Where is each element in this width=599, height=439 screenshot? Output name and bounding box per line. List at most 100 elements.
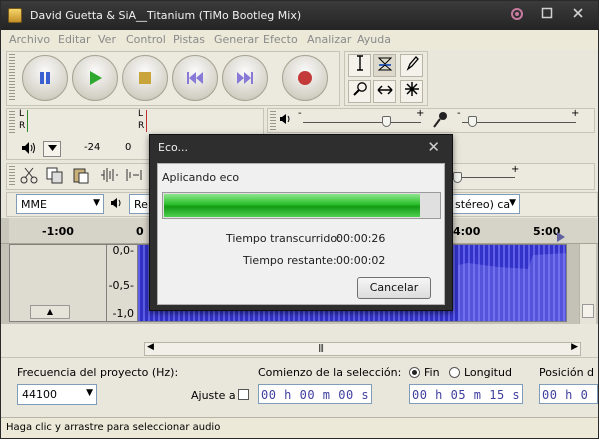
- mixer-grip[interactable]: [270, 111, 276, 130]
- ruler-tick: 0: [136, 225, 144, 238]
- length-radio-label: Longitud: [464, 366, 512, 379]
- stop-button[interactable]: [122, 55, 168, 101]
- project-rate-value: 44100: [22, 388, 57, 401]
- snap-checkbox[interactable]: [238, 389, 249, 400]
- elapsed-label: Tiempo transcurrido:: [226, 232, 341, 245]
- skip-end-button[interactable]: [222, 55, 268, 101]
- speaker-icon[interactable]: [21, 141, 37, 158]
- multi-tool[interactable]: [400, 80, 423, 103]
- timeshift-tool[interactable]: [373, 80, 396, 103]
- input-max-label: +: [571, 108, 580, 119]
- axis-label: -1,0: [112, 307, 134, 320]
- draw-tool[interactable]: [400, 54, 423, 77]
- playback-meter[interactable]: [27, 110, 133, 132]
- edit-grip[interactable]: [9, 166, 15, 187]
- cut-icon: [20, 167, 38, 184]
- speed-max-label: +: [511, 164, 520, 175]
- selection-start-timecode[interactable]: 00 h 00 m 00 s: [258, 384, 372, 404]
- meter-left2-label: L: [138, 109, 144, 119]
- selection-toolbar: Frecuencia del proyecto (Hz): 44100 ▼ Aj…: [1, 357, 598, 417]
- input-volume-thumb[interactable]: [468, 116, 477, 127]
- horizontal-scrollbar[interactable]: ◀ ||| ▶: [144, 342, 581, 356]
- selection-start-label: Comienzo de la selección:: [258, 366, 402, 379]
- dialog-title: Eco...: [158, 141, 189, 154]
- input-volume-track[interactable]: [462, 122, 576, 123]
- play-button[interactable]: [72, 55, 118, 101]
- meter-grip[interactable]: [9, 111, 15, 133]
- scroll-left-icon[interactable]: ◀: [147, 342, 154, 352]
- meter-left-label: L: [19, 109, 25, 119]
- remaining-value: 00:00:02: [336, 254, 386, 267]
- speed-track[interactable]: [453, 177, 515, 178]
- selection-tool[interactable]: [348, 54, 371, 77]
- channels-value: stéreo) ca: [455, 198, 511, 211]
- meter-menu-dropdown[interactable]: [43, 141, 61, 157]
- speed-thumb[interactable]: [453, 172, 462, 183]
- zoom-tool[interactable]: [348, 80, 371, 103]
- pause-icon: [40, 72, 50, 84]
- vertical-scroll-thumb[interactable]: [582, 304, 594, 318]
- ruler-tick: 4:00: [453, 225, 481, 238]
- stop-icon: [139, 72, 151, 84]
- dialog-close-icon[interactable]: ✕: [427, 138, 440, 156]
- microphone-icon: [432, 111, 448, 132]
- dialog-message: Aplicando eco: [162, 171, 240, 184]
- track-control-panel[interactable]: ▲: [9, 244, 107, 322]
- status-bar: Haga clic y arrastre para seleccionar au…: [1, 417, 598, 438]
- audio-position-value: 00 h 0: [542, 388, 589, 402]
- output-volume-thumb[interactable]: [382, 116, 391, 127]
- meter-right-label: R: [19, 121, 26, 131]
- multi-tool-icon: [404, 82, 419, 96]
- mixer-toolbar: [267, 108, 595, 133]
- vertical-scrollbar[interactable]: [579, 244, 596, 324]
- playback-device-speaker-icon: [110, 197, 124, 212]
- track-vertical-ruler: 0,0- -0,5- -1,0: [107, 244, 137, 322]
- selection-start-value: 00 h 00 m 00 s: [261, 388, 370, 402]
- paste-button[interactable]: [71, 166, 93, 186]
- output-max-label: +: [416, 108, 425, 119]
- input-min-label: -: [457, 108, 461, 119]
- cut-button[interactable]: [19, 166, 41, 186]
- silence-icon: [126, 169, 142, 181]
- record-button[interactable]: [282, 55, 328, 101]
- copy-button[interactable]: [45, 166, 67, 186]
- timeshift-tool-icon: [376, 85, 393, 95]
- trim-button[interactable]: [99, 166, 121, 186]
- copy-icon: [46, 167, 63, 184]
- toolbar-grip[interactable]: [9, 54, 15, 102]
- end-radio[interactable]: [409, 367, 420, 378]
- remaining-label: Tiempo restante:: [243, 254, 337, 267]
- envelope-tool[interactable]: [373, 54, 396, 77]
- skip-start-icon: [187, 72, 203, 84]
- project-rate-select[interactable]: 44100 ▼: [17, 384, 97, 405]
- playback-device-value: Re: [134, 198, 148, 211]
- skip-start-button[interactable]: [172, 55, 218, 101]
- axis-label: 0,0-: [112, 244, 134, 257]
- output-volume-track[interactable]: [303, 122, 421, 123]
- output-min-label: -: [298, 108, 302, 119]
- horizontal-scroll-thumb[interactable]: |||: [318, 343, 324, 352]
- paste-icon: [73, 168, 89, 184]
- audacity-window: David Guetta & SiA__Titanium (TiMo Bootl…: [0, 0, 599, 439]
- play-icon: [90, 71, 102, 85]
- progress-bar: [162, 192, 441, 219]
- record-icon: [298, 71, 312, 85]
- pause-button[interactable]: [22, 55, 68, 101]
- scroll-right-icon[interactable]: ▶: [571, 342, 578, 352]
- axis-label: -0,5-: [108, 279, 134, 292]
- length-radio[interactable]: [449, 367, 460, 378]
- record-meter[interactable]: [146, 110, 260, 132]
- selection-end-timecode[interactable]: 00 h 05 m 15 s: [409, 384, 523, 404]
- audio-host-select[interactable]: MME ▼: [16, 194, 104, 214]
- dialog-body: Aplicando eco Tiempo transcurrido: 00:00…: [157, 163, 445, 305]
- chevron-down-icon: ▼: [93, 198, 100, 208]
- end-radio-label: Fin: [424, 366, 440, 379]
- meter-scale-minus24: -24: [84, 142, 101, 153]
- snap-label: Ajuste a: [191, 389, 236, 402]
- silence-button[interactable]: [125, 166, 147, 186]
- channels-select[interactable]: stéreo) ca ▼: [450, 194, 520, 214]
- collapse-track-button[interactable]: ▲: [30, 305, 70, 319]
- selection-tool-icon: [356, 55, 363, 71]
- cancel-button[interactable]: Cancelar: [357, 277, 431, 299]
- audio-position-timecode[interactable]: 00 h 0: [539, 384, 598, 404]
